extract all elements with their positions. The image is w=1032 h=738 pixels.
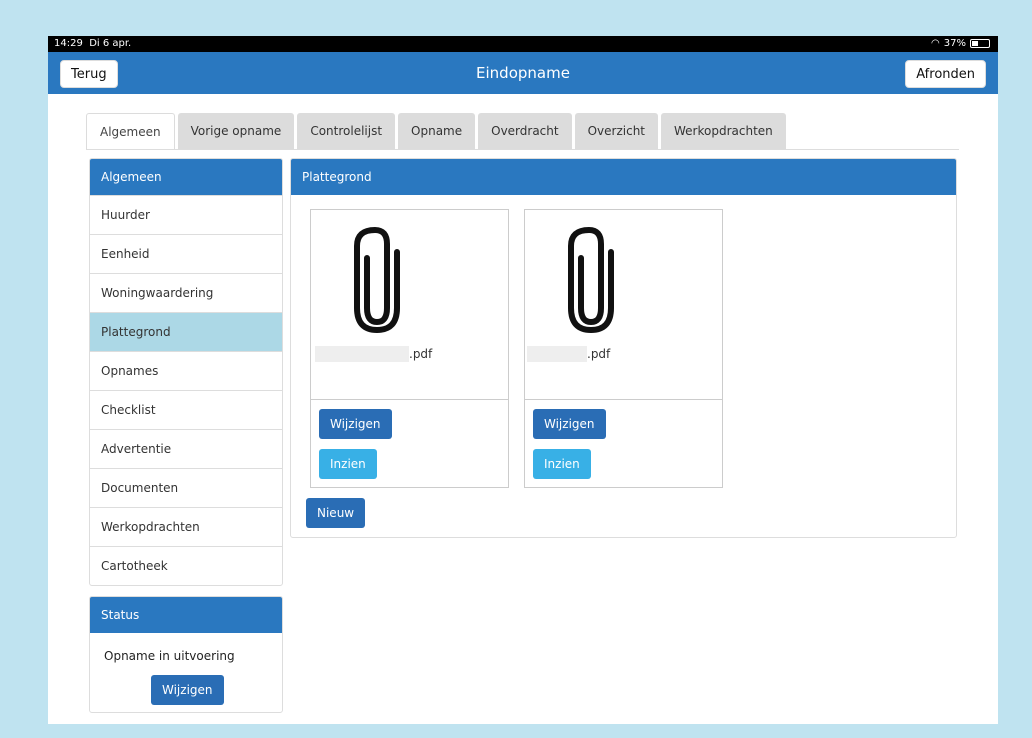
- card-divider: [311, 399, 508, 400]
- status-title: Status: [90, 597, 282, 633]
- status-text: Opname in uitvoering: [104, 649, 235, 663]
- sidebar-item-woningwaardering[interactable]: Woningwaardering: [90, 273, 282, 312]
- sidebar-item-huurder[interactable]: Huurder: [90, 195, 282, 234]
- app-window: 14:29 Di 6 apr. ◠ 37% Eindopname Terug A…: [48, 36, 998, 724]
- navigation-bar: Eindopname Terug Afronden: [48, 52, 998, 94]
- status-bar: 14:29 Di 6 apr. ◠ 37%: [48, 36, 998, 52]
- status-indicators: ◠ 37%: [931, 38, 990, 49]
- sidebar-item-eenheid[interactable]: Eenheid: [90, 234, 282, 273]
- tab-overdracht[interactable]: Overdracht: [478, 113, 572, 149]
- sidebar: Algemeen Huurder Eenheid Woningwaarderin…: [89, 158, 283, 586]
- back-button[interactable]: Terug: [60, 60, 118, 88]
- status-panel: Status Opname in uitvoering Wijzigen: [89, 596, 283, 713]
- paperclip-icon: [354, 226, 400, 334]
- view-file-button[interactable]: Inzien: [319, 449, 377, 479]
- page-title: Eindopname: [476, 64, 570, 82]
- sidebar-item-werkopdrachten[interactable]: Werkopdrachten: [90, 507, 282, 546]
- card-divider: [525, 399, 722, 400]
- sidebar-item-checklist[interactable]: Checklist: [90, 390, 282, 429]
- tab-werkopdrachten[interactable]: Werkopdrachten: [661, 113, 786, 149]
- sidebar-item-advertentie[interactable]: Advertentie: [90, 429, 282, 468]
- view-file-button[interactable]: Inzien: [533, 449, 591, 479]
- sidebar-title: Algemeen: [90, 159, 282, 195]
- main-title: Plattegrond: [291, 159, 956, 195]
- sidebar-item-cartotheek[interactable]: Cartotheek: [90, 546, 282, 585]
- sidebar-item-documenten[interactable]: Documenten: [90, 468, 282, 507]
- file-extension: .pdf: [409, 347, 433, 361]
- tab-bar: Algemeen Vorige opname Controlelijst Opn…: [86, 113, 789, 149]
- file-card: .pdf Wijzigen Inzien: [524, 209, 723, 488]
- edit-file-button[interactable]: Wijzigen: [533, 409, 606, 439]
- file-extension: .pdf: [587, 347, 611, 361]
- file-name: .pdf: [315, 346, 432, 362]
- sidebar-item-opnames[interactable]: Opnames: [90, 351, 282, 390]
- paperclip-icon: [568, 226, 614, 334]
- tab-opname[interactable]: Opname: [398, 113, 476, 149]
- redacted-text: [315, 346, 409, 362]
- tab-controlelijst[interactable]: Controlelijst: [297, 113, 396, 149]
- tab-divider: [86, 149, 959, 150]
- edit-file-button[interactable]: Wijzigen: [319, 409, 392, 439]
- tab-overzicht[interactable]: Overzicht: [574, 113, 658, 149]
- sidebar-item-plattegrond[interactable]: Plattegrond: [90, 312, 282, 351]
- tab-algemeen[interactable]: Algemeen: [86, 113, 175, 149]
- main-panel: Plattegrond .pdf Wijzigen Inzien .pdf Wi…: [290, 158, 957, 538]
- tab-vorige-opname[interactable]: Vorige opname: [177, 113, 295, 149]
- file-card: .pdf Wijzigen Inzien: [310, 209, 509, 488]
- redacted-text: [527, 346, 587, 362]
- status-time: 14:29 Di 6 apr.: [54, 38, 132, 49]
- status-edit-button[interactable]: Wijzigen: [151, 675, 224, 705]
- battery-percent: 37%: [943, 38, 966, 49]
- wifi-icon: ◠: [931, 38, 940, 49]
- file-name: .pdf: [527, 346, 610, 362]
- new-file-button[interactable]: Nieuw: [306, 498, 366, 528]
- finish-button[interactable]: Afronden: [905, 60, 986, 88]
- battery-icon: [970, 39, 990, 48]
